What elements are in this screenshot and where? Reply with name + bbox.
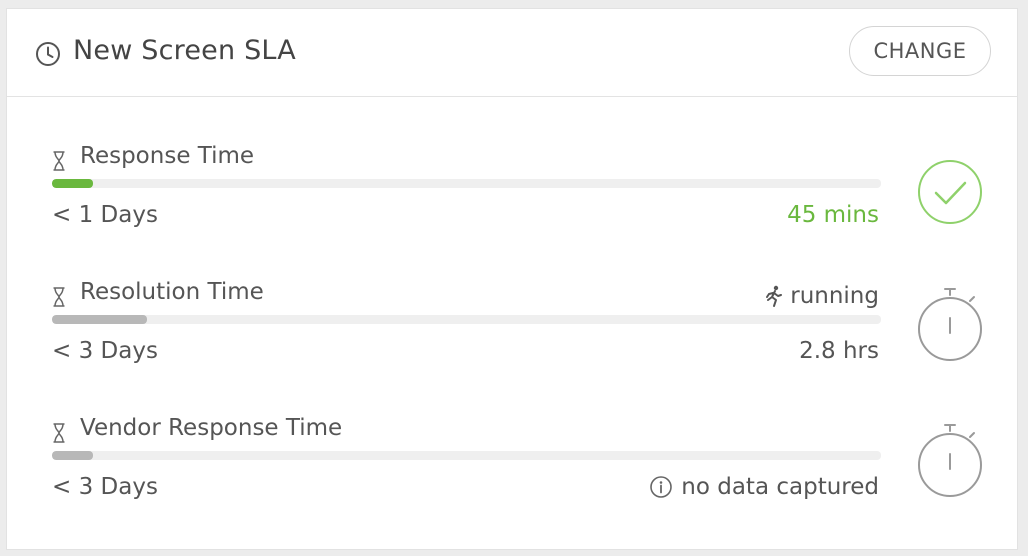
hourglass-icon	[53, 287, 65, 307]
metric-value: no data captured	[649, 474, 879, 500]
clock-icon	[36, 42, 60, 66]
metric-vendor-response-time: Vendor Response Time < 3 Days no data ca…	[7, 413, 1017, 533]
stopwatch-icon	[918, 424, 982, 497]
metric-value-text: 45 mins	[787, 202, 879, 228]
metric-value-text: no data captured	[681, 474, 879, 500]
change-button[interactable]: CHANGE	[849, 26, 991, 76]
metric-label: Vendor Response Time	[80, 415, 343, 441]
metric-value: 2.8 hrs	[799, 338, 879, 364]
metric-value: 45 mins	[787, 202, 879, 228]
metric-value-text: 2.8 hrs	[799, 338, 879, 364]
progress-track	[52, 451, 881, 460]
metric-status: running	[764, 283, 879, 309]
metric-status-text: running	[790, 283, 879, 309]
stopwatch-icon	[918, 288, 982, 361]
hourglass-icon	[53, 151, 65, 171]
metric-target: < 3 Days	[52, 474, 158, 500]
progress-track	[52, 179, 881, 188]
info-icon	[650, 476, 673, 498]
sla-panel: New Screen SLA CHANGE Response Time < 1 …	[6, 8, 1018, 550]
check-circle-icon	[918, 160, 982, 224]
metric-response-time: Response Time < 1 Days 45 mins	[7, 141, 1017, 261]
metric-label: Response Time	[80, 143, 255, 169]
progress-fill	[52, 315, 148, 324]
panel-header: New Screen SLA CHANGE	[7, 9, 1017, 97]
metric-target: < 3 Days	[52, 338, 158, 364]
progress-fill	[52, 451, 94, 460]
metric-label: Resolution Time	[80, 279, 264, 305]
page-title: New Screen SLA	[73, 35, 296, 66]
progress-fill	[52, 179, 94, 188]
hourglass-icon	[53, 423, 65, 443]
progress-track	[52, 315, 881, 324]
runner-icon	[766, 285, 783, 307]
metric-resolution-time: Resolution Time running < 3 Days 2.8 hrs	[7, 277, 1017, 397]
metric-target: < 1 Days	[52, 202, 158, 228]
